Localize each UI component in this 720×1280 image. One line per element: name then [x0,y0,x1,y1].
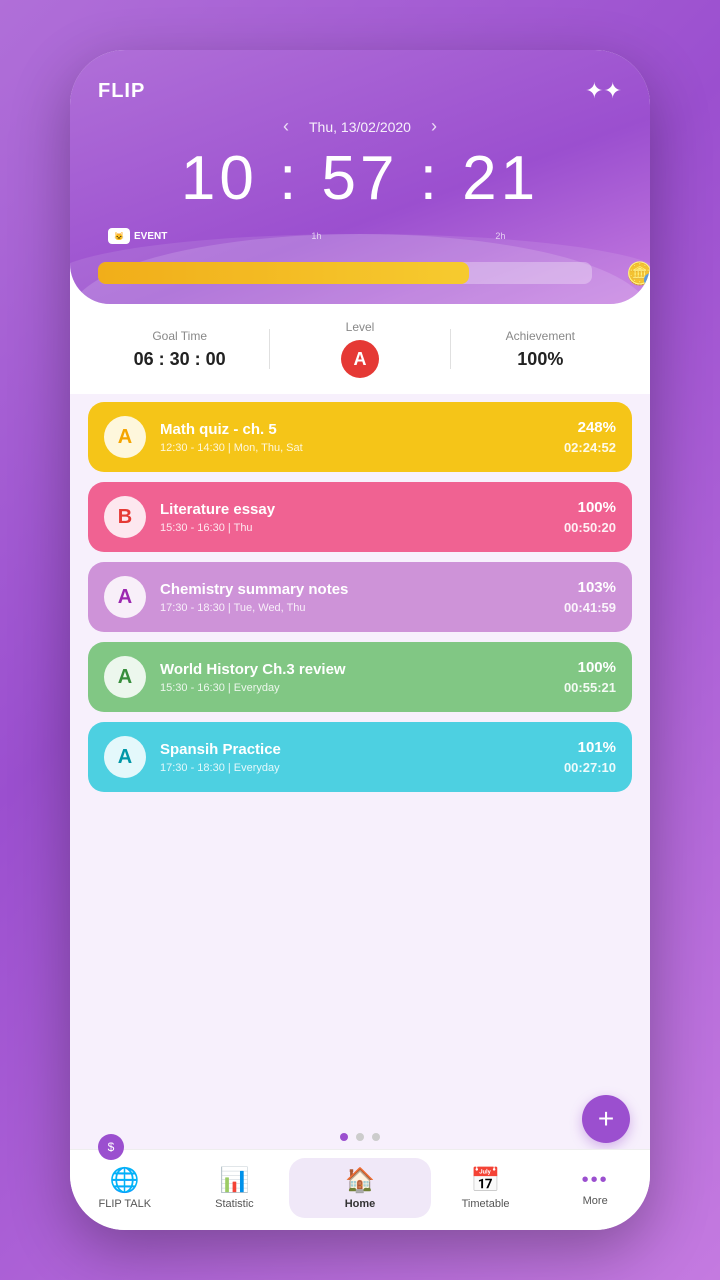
card-avatar-1: A [104,416,146,458]
subject-card-1[interactable]: A Math quiz - ch. 5 12:30 - 14:30 | Mon,… [88,402,632,472]
subject-card-4[interactable]: A World History Ch.3 review 15:30 - 16:3… [88,642,632,712]
progress-bar-fill [98,262,469,284]
phone-frame: FLIP ✦✦ ‹ Thu, 13/02/2020 › 10 : 57 : 21… [70,50,650,1230]
card-time-5: 00:27:10 [564,760,616,775]
time-marker-1h: 1h [311,231,321,241]
nav-home[interactable]: 🏠 Home [289,1158,431,1218]
home-label: Home [345,1198,376,1210]
bottom-controls: + [70,1125,650,1149]
nav-flip-talk[interactable]: 🌐 FLIP TALK [70,1166,180,1210]
card-info-4: World History Ch.3 review 15:30 - 16:30 … [160,661,550,694]
card-avatar-3: A [104,576,146,618]
header-section: FLIP ✦✦ ‹ Thu, 13/02/2020 › 10 : 57 : 21… [70,50,650,304]
level-stat: Level A [270,320,449,378]
card-avatar-4: A [104,656,146,698]
cards-section: A Math quiz - ch. 5 12:30 - 14:30 | Mon,… [70,394,650,1125]
card-subtitle-3: 17:30 - 18:30 | Tue, Wed, Thu [160,602,550,614]
dot-3 [372,1133,380,1141]
date-navigation: ‹ Thu, 13/02/2020 › [98,116,622,137]
coin-nav-icon: $ [98,1134,124,1160]
card-time-4: 00:55:21 [564,680,616,695]
flip-talk-icon: 🌐 [110,1166,140,1195]
card-title-3: Chemistry summary notes [160,581,550,598]
subject-card-5[interactable]: A Spansih Practice 17:30 - 18:30 | Every… [88,722,632,792]
card-info-3: Chemistry summary notes 17:30 - 18:30 | … [160,581,550,614]
achievement-label: Achievement [451,329,630,343]
achievement-value: 100% [451,349,630,370]
home-icon: 🏠 [345,1166,375,1195]
card-title-5: Spansih Practice [160,741,550,758]
card-subtitle-5: 17:30 - 18:30 | Everyday [160,762,550,774]
coins-badge: 🪙 5 [622,256,650,292]
card-stats-3: 103% 00:41:59 [564,579,616,615]
goal-time-label: Goal Time [90,329,269,343]
card-stats-2: 100% 00:50:20 [564,499,616,535]
event-icon: 🐱 [108,228,130,244]
card-subtitle-1: 12:30 - 14:30 | Mon, Thu, Sat [160,442,550,454]
dot-1 [340,1133,348,1141]
pagination-dots [340,1133,380,1141]
card-avatar-2: B [104,496,146,538]
more-icon: ••• [582,1169,609,1192]
next-date-arrow[interactable]: › [431,116,437,137]
card-percent-1: 248% [564,419,616,436]
add-button[interactable]: + [582,1095,630,1143]
card-subtitle-4: 15:30 - 16:30 | Everyday [160,682,550,694]
event-progress-bar [98,262,592,284]
card-percent-5: 101% [564,739,616,756]
statistic-label: Statistic [215,1198,254,1210]
card-stats-1: 248% 02:24:52 [564,419,616,455]
progress-ruler: 🐱 EVENT 1h 2h 🪙 5 [98,228,622,284]
card-stats-5: 101% 00:27:10 [564,739,616,775]
stats-row: Goal Time 06 : 30 : 00 Level A Achieveme… [70,304,650,394]
card-avatar-5: A [104,736,146,778]
timetable-label: Timetable [462,1198,510,1210]
nav-more[interactable]: ••• More [540,1169,650,1207]
dot-2 [356,1133,364,1141]
add-icon: + [598,1103,614,1135]
nav-statistic[interactable]: 📊 Statistic [180,1166,290,1210]
time-marker-2h: 2h [495,231,505,241]
achievement-stat: Achievement 100% [451,329,630,370]
card-percent-2: 100% [564,499,616,516]
card-stats-4: 100% 00:55:21 [564,659,616,695]
timetable-icon: 📅 [471,1166,501,1195]
coin-stack-icon: 🪙 5 [626,263,650,285]
current-time: 10 : 57 : 21 [98,143,622,214]
card-info-2: Literature essay 15:30 - 16:30 | Thu [160,501,550,534]
goal-time-stat: Goal Time 06 : 30 : 00 [90,329,269,370]
card-info-5: Spansih Practice 17:30 - 18:30 | Everyda… [160,741,550,774]
card-time-3: 00:41:59 [564,600,616,615]
coin-count: 5 [644,273,650,287]
event-label: 🐱 EVENT 1h 2h [108,228,195,244]
sparkle-icon[interactable]: ✦✦ [585,78,622,104]
card-time-2: 00:50:20 [564,520,616,535]
card-info-1: Math quiz - ch. 5 12:30 - 14:30 | Mon, T… [160,421,550,454]
more-label: More [583,1195,608,1207]
card-percent-4: 100% [564,659,616,676]
statistic-icon: 📊 [219,1166,249,1195]
bottom-nav: $ 🌐 FLIP TALK 📊 Statistic 🏠 Home 📅 Timet… [70,1149,650,1230]
card-title-1: Math quiz - ch. 5 [160,421,550,438]
level-label: Level [270,320,449,334]
flip-talk-label: FLIP TALK [99,1198,152,1210]
subject-card-2[interactable]: B Literature essay 15:30 - 16:30 | Thu 1… [88,482,632,552]
prev-date-arrow[interactable]: ‹ [283,116,289,137]
event-text: EVENT [134,231,167,242]
current-date: Thu, 13/02/2020 [309,119,411,135]
card-subtitle-2: 15:30 - 16:30 | Thu [160,522,550,534]
top-bar: FLIP ✦✦ [98,78,622,104]
app-logo: FLIP [98,80,145,103]
card-percent-3: 103% [564,579,616,596]
card-time-1: 02:24:52 [564,440,616,455]
level-badge: A [341,340,379,378]
goal-time-value: 06 : 30 : 00 [90,349,269,370]
nav-timetable[interactable]: 📅 Timetable [431,1166,541,1210]
subject-card-3[interactable]: A Chemistry summary notes 17:30 - 18:30 … [88,562,632,632]
card-title-2: Literature essay [160,501,550,518]
card-title-4: World History Ch.3 review [160,661,550,678]
